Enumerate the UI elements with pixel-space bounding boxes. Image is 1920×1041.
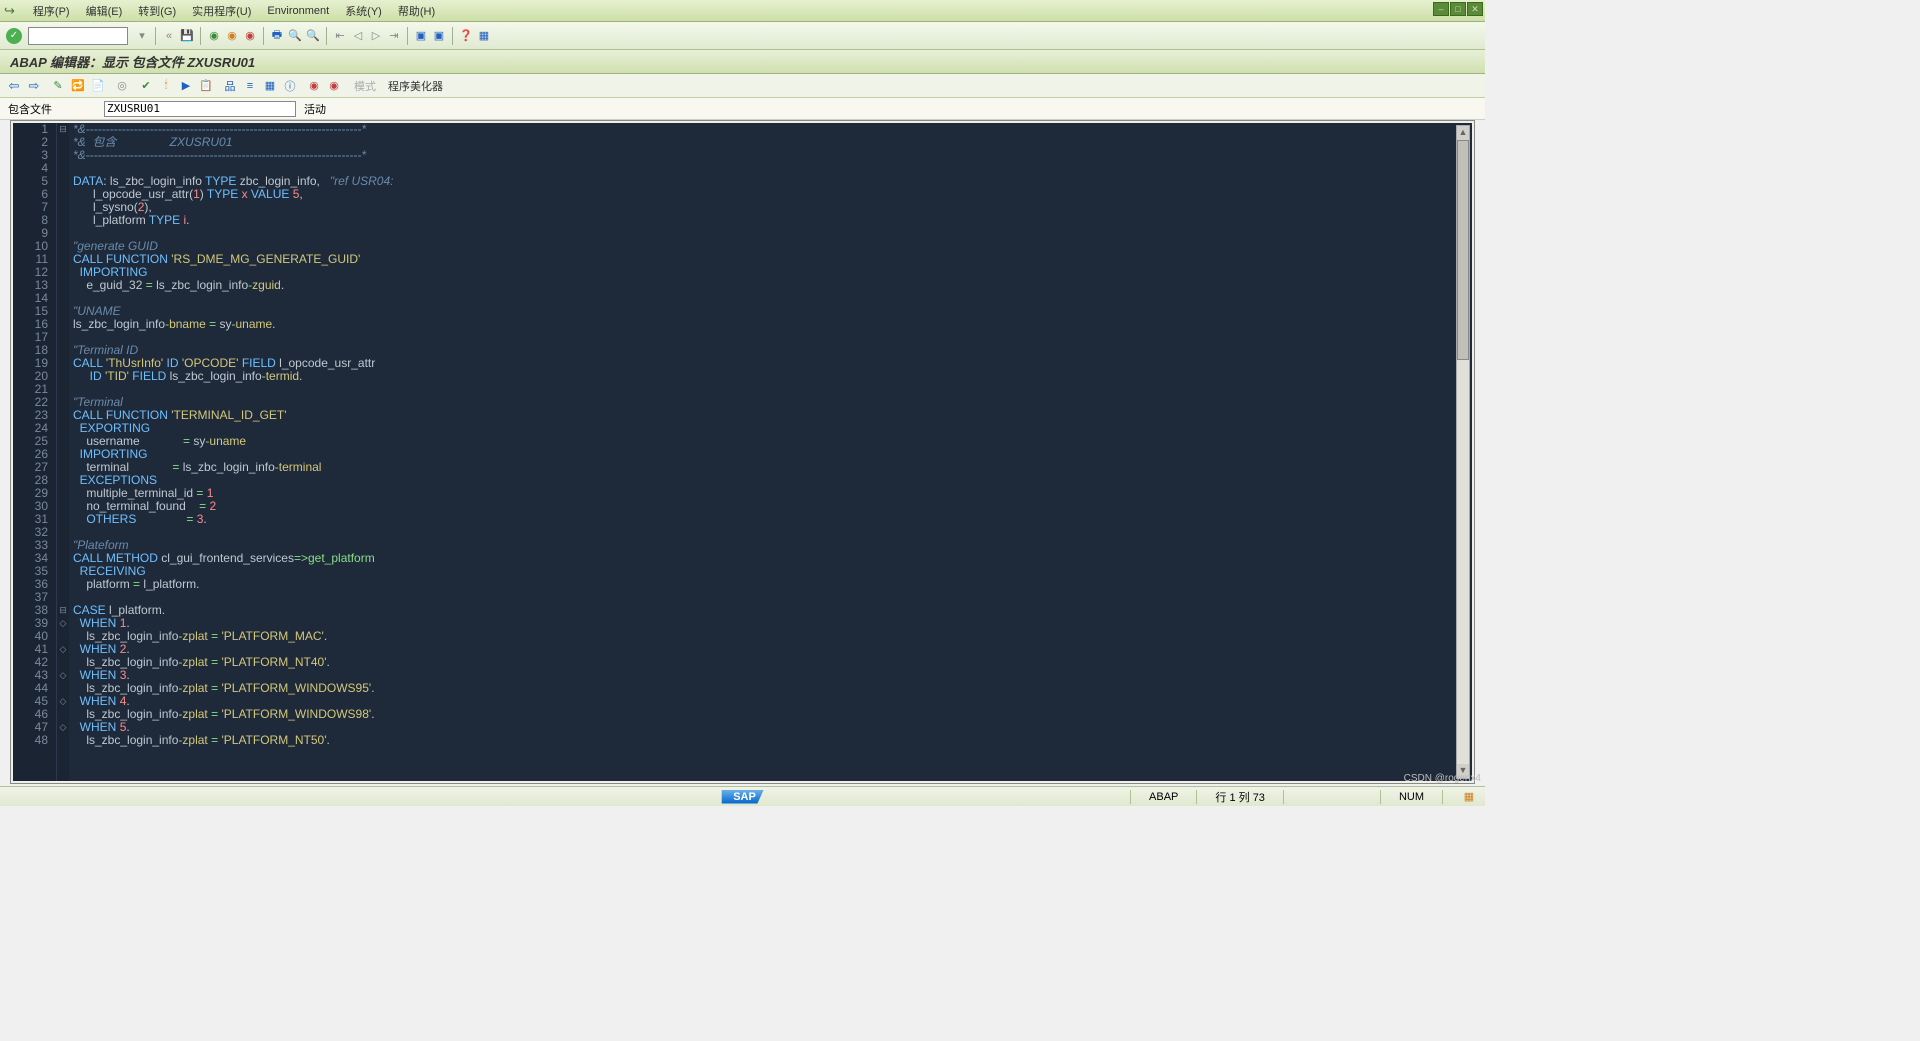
- nav-back-icon[interactable]: ⇦: [6, 78, 22, 94]
- editor-container: 1234567891011121314151617181920212223242…: [10, 120, 1475, 784]
- breakpoint-session-icon[interactable]: ◉: [326, 78, 342, 94]
- close-button[interactable]: ✕: [1467, 2, 1483, 16]
- include-status: 活动: [304, 101, 326, 117]
- command-combo[interactable]: [28, 27, 128, 45]
- prev-page-icon[interactable]: ◁: [350, 28, 366, 44]
- hierarchy-icon[interactable]: 品: [222, 78, 238, 94]
- main-toolbar: ✓ ▾ « 💾 ◉ ◉ ◉ 🖶 🔍 🔍 ⇤ ◁ ▷ ⇥ ▣ ▣ ❓ ▦: [0, 22, 1485, 50]
- menu-edit[interactable]: 编辑(E): [78, 3, 131, 19]
- back-icon[interactable]: ◉: [206, 28, 222, 44]
- status-position: 行 1 列 73: [1215, 789, 1265, 805]
- include-file-input[interactable]: [104, 101, 296, 117]
- fold-gutter[interactable]: ⊟⊟◇◇◇◇◇: [57, 123, 69, 781]
- separator: [326, 27, 327, 45]
- page-title: ABAP 编辑器：显示 包含文件 ZXUSRU01: [10, 52, 255, 71]
- mode-label: 模式: [354, 78, 376, 94]
- watermark: CSDN @rogerix4: [1404, 773, 1481, 784]
- display-change-icon[interactable]: ✎: [50, 78, 66, 94]
- separator: [407, 27, 408, 45]
- cancel-icon[interactable]: ◉: [242, 28, 258, 44]
- find-icon[interactable]: 🔍: [287, 28, 303, 44]
- title-bar: ABAP 编辑器：显示 包含文件 ZXUSRU01: [0, 50, 1485, 74]
- status-bar: SAP ABAP 行 1 列 73 NUM ▦: [0, 786, 1485, 806]
- sap-logo: SAP: [721, 790, 764, 804]
- minimize-button[interactable]: –: [1433, 2, 1449, 16]
- help-icon[interactable]: ❓: [458, 28, 474, 44]
- menu-system[interactable]: 系统(Y): [337, 3, 390, 19]
- menu-utilities[interactable]: 实用程序(U): [184, 3, 259, 19]
- scroll-up-icon[interactable]: ▲: [1457, 126, 1469, 140]
- pretty-printer-button[interactable]: 程序美化器: [388, 78, 443, 94]
- status-lang: ABAP: [1149, 791, 1178, 803]
- check-icon[interactable]: ✔: [138, 78, 154, 94]
- test-icon[interactable]: ▶: [178, 78, 194, 94]
- menu-goto[interactable]: 转到(G): [130, 3, 184, 19]
- window-controls: – □ ✕: [1432, 2, 1483, 16]
- line-number-gutter: 1234567891011121314151617181920212223242…: [13, 123, 57, 781]
- include-file-row: 包含文件 活动: [0, 98, 1485, 120]
- separator: [155, 27, 156, 45]
- menu-program[interactable]: 程序(P): [25, 3, 78, 19]
- separator: [452, 27, 453, 45]
- menu-help[interactable]: 帮助(H): [390, 3, 443, 19]
- maximize-button[interactable]: □: [1450, 2, 1466, 16]
- display-list-icon[interactable]: ▦: [262, 78, 278, 94]
- breakpoint-icon[interactable]: ◉: [306, 78, 322, 94]
- save-icon[interactable]: 💾: [179, 28, 195, 44]
- nav-forward-icon[interactable]: ⇨: [26, 78, 42, 94]
- active-inactive-icon[interactable]: 🔁: [70, 78, 86, 94]
- print-icon[interactable]: 🖶: [269, 28, 285, 44]
- dropdown-icon[interactable]: ▾: [134, 28, 150, 44]
- separator: [200, 27, 201, 45]
- include-file-label: 包含文件: [8, 101, 104, 117]
- code-editor[interactable]: 1234567891011121314151617181920212223242…: [13, 123, 1472, 781]
- vertical-scrollbar[interactable]: ▲ ▼: [1456, 125, 1470, 779]
- menu-bar: ↪ 程序(P) 编辑(E) 转到(G) 实用程序(U) Environment …: [0, 0, 1485, 22]
- outline-icon[interactable]: ≡: [242, 78, 258, 94]
- new-session-icon[interactable]: ▣: [413, 28, 429, 44]
- enhance-icon[interactable]: ◎: [114, 78, 130, 94]
- status-config-icon[interactable]: ▦: [1461, 789, 1477, 805]
- collapse-left-icon[interactable]: «: [161, 28, 177, 44]
- next-page-icon[interactable]: ▷: [368, 28, 384, 44]
- find-next-icon[interactable]: 🔍: [305, 28, 321, 44]
- scroll-thumb[interactable]: [1457, 140, 1469, 360]
- shortcut-icon[interactable]: ▣: [431, 28, 447, 44]
- info-icon[interactable]: ⓘ: [282, 78, 298, 94]
- menu-environment[interactable]: Environment: [259, 5, 337, 17]
- other-object-icon[interactable]: 📄: [90, 78, 106, 94]
- last-page-icon[interactable]: ⇥: [386, 28, 402, 44]
- where-used-icon[interactable]: 📋: [198, 78, 214, 94]
- enter-icon[interactable]: ✓: [6, 28, 22, 44]
- exit-icon[interactable]: ◉: [224, 28, 240, 44]
- separator: [263, 27, 264, 45]
- code-area[interactable]: *&--------------------------------------…: [69, 123, 1472, 781]
- share-icon[interactable]: ↪: [4, 3, 15, 19]
- activate-icon[interactable]: 🕯: [158, 78, 174, 94]
- layout-icon[interactable]: ▦: [476, 28, 492, 44]
- status-numlock: NUM: [1399, 791, 1424, 803]
- app-toolbar: ⇦ ⇨ ✎ 🔁 📄 ◎ ✔ 🕯 ▶ 📋 品 ≡ ▦ ⓘ ◉ ◉ 模式 程序美化器: [0, 74, 1485, 98]
- first-page-icon[interactable]: ⇤: [332, 28, 348, 44]
